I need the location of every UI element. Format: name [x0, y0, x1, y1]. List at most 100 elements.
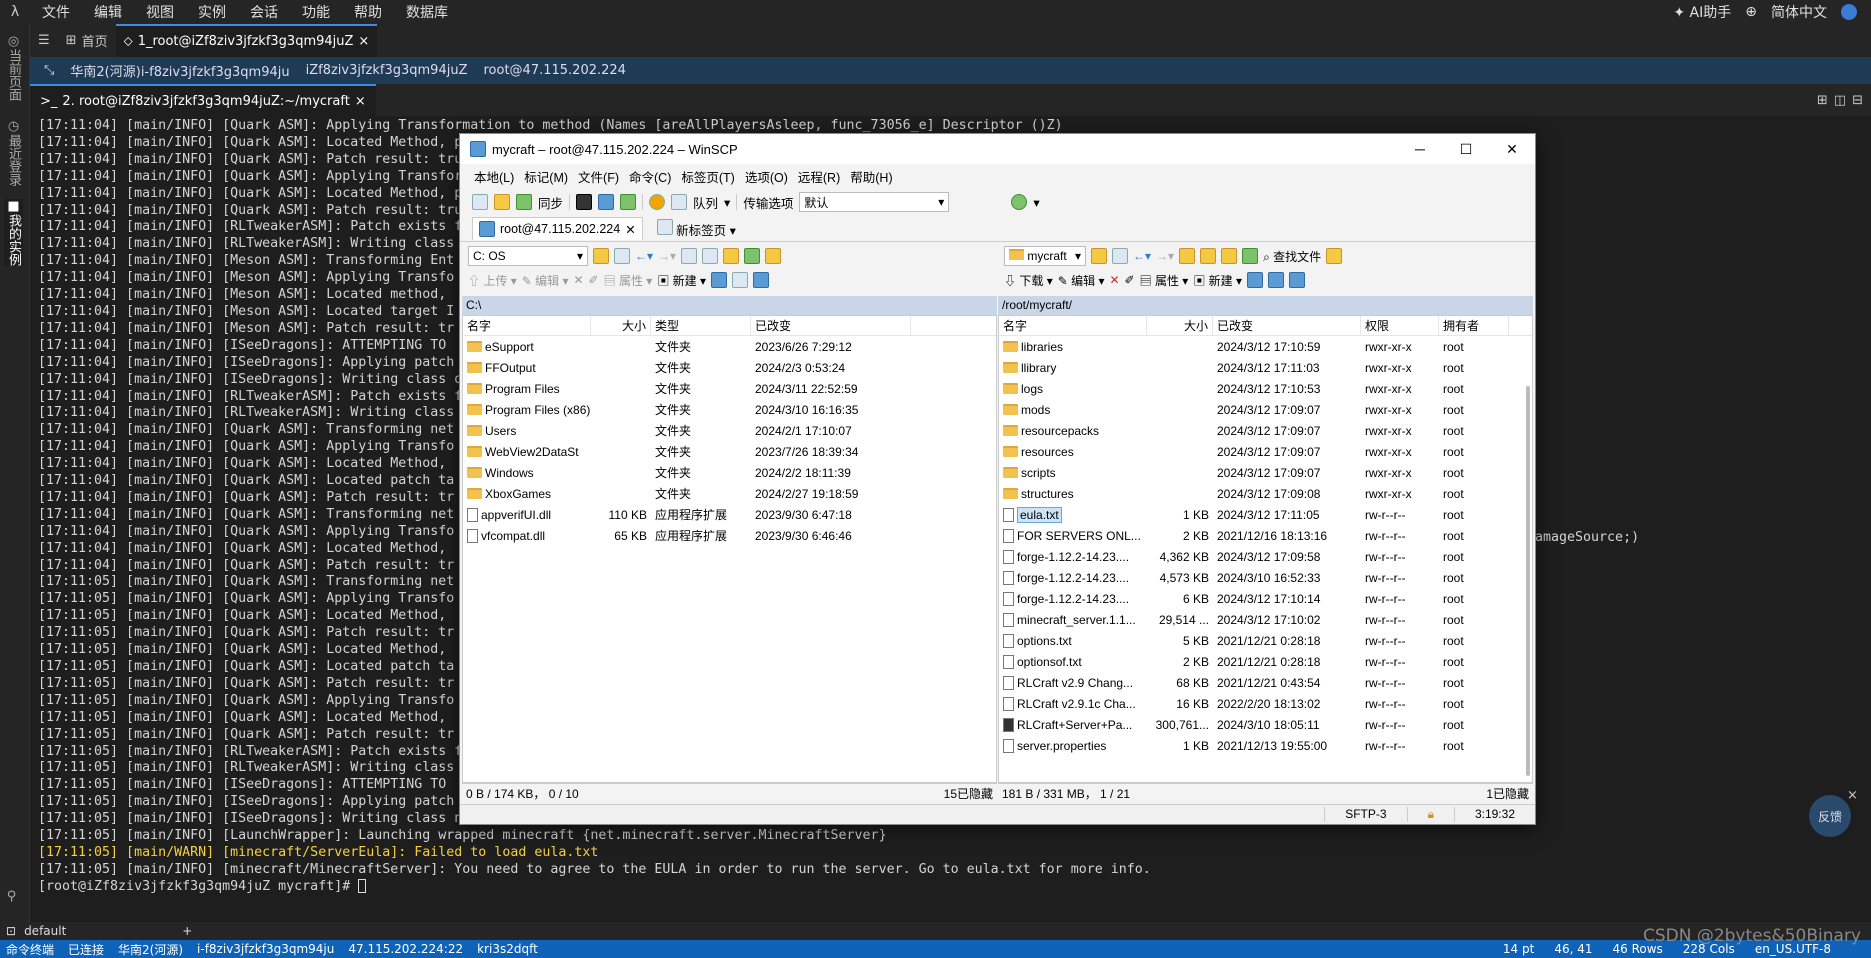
list-item[interactable]: Program Files (x86) 文件夹 2024/3/10 16:16:35: [463, 399, 996, 420]
list-item[interactable]: RLCraft+Server+Pa... 300,761... 2024/3/10 …: [999, 714, 1532, 735]
list-item[interactable]: RLCraft v2.9 Chang... 68 KB 2021/12/21 0:4…: [999, 672, 1532, 693]
list-item[interactable]: mods 2024/3/12 17:09:07 rwxr-xr-x root: [999, 399, 1532, 420]
menu-function[interactable]: 功能: [290, 2, 342, 22]
new-button[interactable]: ▣ 新建 ▾: [657, 272, 706, 289]
console-icon[interactable]: [576, 194, 593, 210]
minimize-button[interactable]: ─: [1397, 141, 1443, 158]
list-item[interactable]: scripts 2024/3/12 17:09:07 rwxr-xr-x root: [999, 462, 1532, 483]
list-item[interactable]: FOR SERVERS ONL... 2 KB 2021/12/16 18:13:1…: [999, 525, 1532, 546]
sync-button[interactable]: 同步: [538, 193, 563, 212]
parent-dir-icon[interactable]: [1179, 248, 1196, 264]
remote-path[interactable]: /root/mycraft/: [998, 296, 1533, 315]
properties-button[interactable]: ▤ 属性 ▾: [604, 272, 653, 289]
find-files-button[interactable]: ⌕ 查找文件: [1263, 248, 1321, 265]
list-item[interactable]: forge-1.12.2-14.23.... 4,573 KB 2024/3/10 …: [999, 567, 1532, 588]
filter-icon[interactable]: [753, 272, 770, 288]
compare-icon[interactable]: [472, 194, 488, 210]
new-button[interactable]: ▣ 新建 ▾: [1193, 272, 1242, 289]
forward-icon[interactable]: →▾: [658, 249, 676, 263]
list-item[interactable]: vfcompat.dll 65 KB 应用程序扩展 2023/9/30 6:46:46: [463, 525, 996, 546]
root-dir-icon[interactable]: [702, 248, 719, 264]
transfer-options-select[interactable]: 默认 ▾: [799, 192, 950, 212]
language-select[interactable]: 简体中文: [1771, 2, 1827, 22]
delete-icon[interactable]: ✕: [1109, 273, 1119, 287]
feedback-button[interactable]: 反馈: [1809, 795, 1851, 837]
back-icon[interactable]: ←▾: [635, 249, 653, 263]
ws-menu-help[interactable]: 帮助(H): [850, 167, 892, 186]
download-button[interactable]: ⇩ 下载 ▾: [1004, 272, 1053, 289]
filter-icon[interactable]: [1112, 248, 1128, 264]
sync-icon[interactable]: [516, 194, 532, 210]
list-item[interactable]: forge-1.12.2-14.23.... 6 KB 2024/3/12 17:1…: [999, 588, 1532, 609]
edit-button[interactable]: ✎ 编辑 ▾: [522, 272, 569, 289]
bookmark-icon[interactable]: [765, 248, 782, 264]
ws-menu-remote[interactable]: 远程(R): [798, 167, 840, 186]
list-item[interactable]: logs 2024/3/12 17:10:53 rwxr-xr-x root: [999, 378, 1532, 399]
upload-button[interactable]: ⇧ 上传 ▾: [468, 272, 517, 289]
open-folder-icon[interactable]: [593, 248, 609, 264]
close-button[interactable]: ✕: [1489, 141, 1535, 158]
chevron-down-icon[interactable]: ▾: [1033, 195, 1039, 210]
local-file-list[interactable]: 名字 大小 类型 已改变 eSupport 文件夹 2023/6/26 7:29:1…: [462, 315, 997, 783]
ws-menu-local[interactable]: 本地(L): [474, 167, 514, 186]
list-item[interactable]: appverifUI.dll 110 KB 应用程序扩展 2023/9/30 6:47…: [463, 504, 996, 525]
local-drive-select[interactable]: C: OS ▾: [468, 246, 588, 266]
tab-terminal[interactable]: >_ 2. root@iZf8ziv3jfzkf3g3qm94juZ:~/mycr…: [30, 84, 376, 116]
ws-menu-command[interactable]: 命令(C): [629, 167, 671, 186]
expand-icon[interactable]: ⤡: [44, 63, 54, 78]
list-item[interactable]: server.properties 1 KB 2021/12/13 19:55:00…: [999, 735, 1532, 756]
list-item[interactable]: Windows 文件夹 2024/2/2 18:11:39: [463, 462, 996, 483]
winscp-titlebar[interactable]: mycraft – root@47.115.202.224 – WinSCP ─…: [460, 134, 1535, 164]
winscp-window[interactable]: mycraft – root@47.115.202.224 – WinSCP ─…: [459, 133, 1536, 825]
col-size[interactable]: 大小: [591, 316, 651, 336]
ai-assistant-button[interactable]: ✦ AI助手: [1673, 2, 1731, 22]
local-path[interactable]: C:\: [462, 296, 997, 315]
list-item[interactable]: RLCraft v2.9.1c Cha... 16 KB 2022/2/20 18:…: [999, 693, 1532, 714]
filter-icon[interactable]: [614, 248, 630, 264]
deselect-icon[interactable]: [732, 272, 749, 288]
list-item[interactable]: FFOutput 文件夹 2024/2/3 0:53:24: [463, 357, 996, 378]
list-item[interactable]: minecraft_server.1.1... 29,514 ... 2024/3/…: [999, 609, 1532, 630]
split-vertical-icon[interactable]: ◫: [1834, 93, 1846, 108]
close-icon[interactable]: ×: [1847, 788, 1858, 803]
properties-button[interactable]: ▤ 属性 ▾: [1140, 272, 1189, 289]
session-name[interactable]: default: [24, 924, 66, 938]
col-name[interactable]: 名字: [999, 316, 1147, 336]
chevron-down-icon[interactable]: ▾: [724, 195, 730, 210]
back-icon[interactable]: ←▾: [1133, 249, 1151, 263]
menu-instance[interactable]: 实例: [186, 2, 238, 22]
list-item[interactable]: options.txt 5 KB 2021/12/21 0:28:18 rw-r--r…: [999, 630, 1532, 651]
scrollbar[interactable]: [1526, 386, 1530, 776]
refresh-icon[interactable]: [744, 248, 761, 264]
rail-current-page[interactable]: ◎当前页面: [4, 34, 23, 101]
deselect-icon[interactable]: [1268, 272, 1285, 288]
home-icon[interactable]: [723, 248, 740, 264]
list-item[interactable]: eula.txt 1 KB 2024/3/12 17:11:05 rw-r--r-- r…: [999, 504, 1532, 525]
new-tab-button[interactable]: 新标签页 ▾: [656, 218, 736, 239]
select-all-icon[interactable]: [711, 272, 728, 288]
col-rights[interactable]: 权限: [1361, 316, 1439, 336]
queue-button[interactable]: 队列: [693, 193, 718, 212]
connection-icon[interactable]: [1011, 194, 1028, 210]
menu-edit[interactable]: 编辑: [82, 2, 134, 22]
list-item[interactable]: XboxGames 文件夹 2024/2/27 19:18:59: [463, 483, 996, 504]
refresh-icon[interactable]: [620, 194, 637, 210]
list-item[interactable]: eSupport 文件夹 2023/6/26 7:29:12: [463, 336, 996, 357]
tab-session[interactable]: ⬦ 1_root@iZf8ziv3jfzkf3g3qm94juZ ×: [115, 24, 378, 57]
add-session-button[interactable]: +: [182, 924, 192, 938]
list-item[interactable]: WebView2DataSt 文件夹 2023/7/26 18:39:34: [463, 441, 996, 462]
col-changed[interactable]: 已改变: [1213, 316, 1361, 336]
col-size[interactable]: 大小: [1147, 316, 1213, 336]
col-type[interactable]: 类型: [651, 316, 751, 336]
col-changed[interactable]: 已改变: [751, 316, 911, 336]
menu-session[interactable]: 会话: [238, 2, 290, 22]
session-tab[interactable]: root@47.115.202.224 ✕: [472, 217, 643, 240]
parent-dir-icon[interactable]: [681, 248, 698, 264]
refresh-icon[interactable]: [1242, 248, 1259, 264]
ws-menu-options[interactable]: 选项(O): [745, 167, 788, 186]
list-item[interactable]: resourcepacks 2024/3/12 17:09:07 rwxr-xr-x…: [999, 420, 1532, 441]
delete-icon[interactable]: ✕: [573, 273, 583, 287]
list-item[interactable]: structures 2024/3/12 17:09:08 rwxr-xr-x roo…: [999, 483, 1532, 504]
bookmark-icon[interactable]: [1326, 248, 1343, 264]
avatar[interactable]: [1841, 4, 1857, 20]
